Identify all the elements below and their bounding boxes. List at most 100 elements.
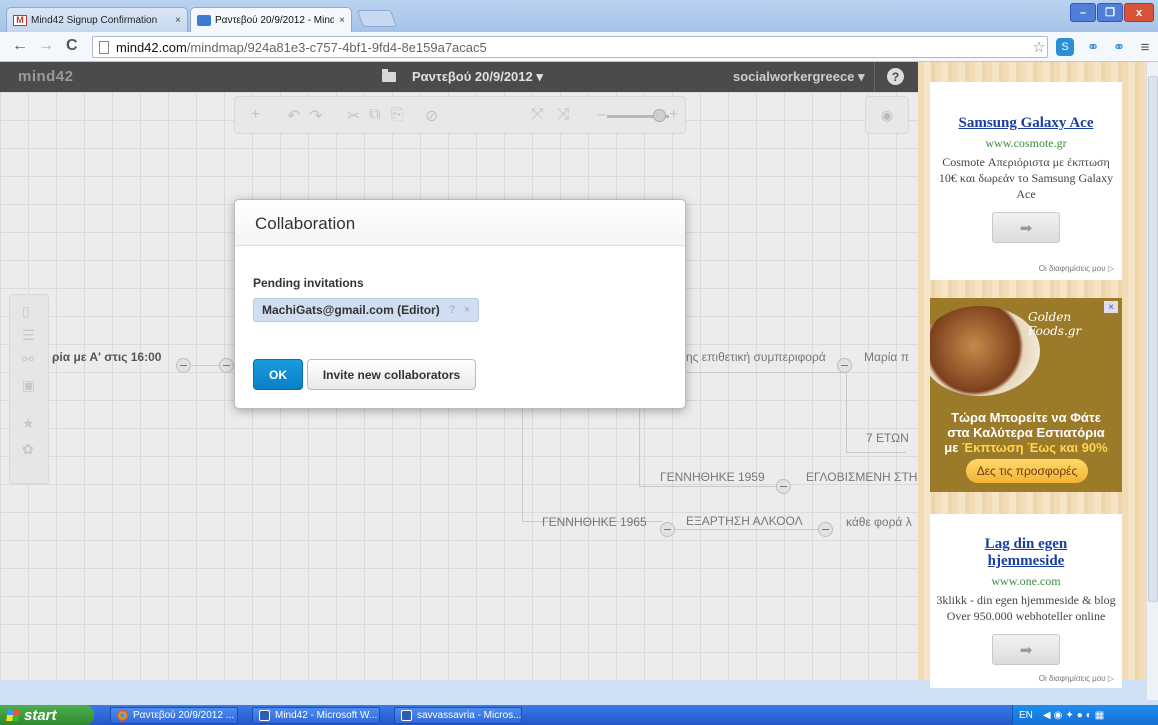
tab-close-icon[interactable]: ×: [339, 15, 345, 26]
ad-golden-foods[interactable]: Golden Foods.gr × Τώρα Μπορείτε να Φάτε …: [930, 298, 1122, 492]
ad-title[interactable]: Samsung Galaxy Ace: [930, 115, 1122, 132]
tab-close-icon[interactable]: ×: [175, 15, 181, 26]
ad-url[interactable]: www.one.com: [930, 574, 1122, 589]
undo-icon[interactable]: ↶: [287, 106, 300, 126]
ad-title[interactable]: Lag din egen hjemmeside: [930, 536, 1122, 570]
ad-arrow-button[interactable]: ➡: [992, 212, 1060, 243]
mindmap-node[interactable]: ΕΞΑΡΤΗΣΗ ΑΛΚΟΟΛ: [686, 514, 803, 528]
new-tab-button[interactable]: [356, 10, 398, 27]
page-icon[interactable]: ▯: [22, 303, 30, 320]
maximize-button[interactable]: ❐: [1097, 3, 1123, 22]
taskbar-item-chrome[interactable]: Ραντεβού 20/9/2012 ...: [110, 707, 238, 724]
left-tool-panel: ▯ ☰ ⚯ ▣ ★ ✿: [9, 294, 49, 484]
system-tray: EN ◀◉✦●◐▦: [1012, 705, 1158, 725]
ad-close-icon[interactable]: ×: [1104, 301, 1118, 313]
ad-logo: Golden Foods.gr: [1028, 310, 1082, 338]
cut-icon[interactable]: ✂: [347, 106, 360, 126]
invitation-chip: MachiGats@gmail.com (Editor) ? ×: [253, 298, 480, 322]
taskbar-item-word[interactable]: savvassavria - Micros...: [394, 707, 522, 724]
collapse-icon[interactable]: ⤧: [531, 106, 544, 124]
back-button[interactable]: ←: [12, 37, 28, 55]
mindmap-node[interactable]: 7 ΕΤΩΝ: [866, 431, 909, 445]
ad-preferences-link[interactable]: Οι διαφημίσεις μου ▷: [1039, 264, 1114, 273]
mindmap-node[interactable]: ρία με Α' στις 16:00: [52, 350, 161, 364]
ad-cta-button[interactable]: Δες τις προσφορές: [966, 459, 1088, 483]
zoom-out-icon[interactable]: –: [597, 106, 606, 124]
start-button[interactable]: start: [0, 705, 94, 725]
reload-button[interactable]: C: [66, 37, 78, 55]
ad-arrow-button[interactable]: ➡: [992, 634, 1060, 665]
mindmap-node[interactable]: ΓΕΝΝΗΘΗΚΕ 1959: [660, 470, 765, 484]
headline-highlight: Έκπτωση Έως και 90%: [962, 440, 1108, 455]
list-icon[interactable]: ☰: [22, 327, 35, 344]
taskbar-item-word[interactable]: Mind42 - Microsoft W...: [252, 707, 380, 724]
ad-text: 3klikk - din egen hjemmeside & blog Over…: [936, 593, 1116, 623]
ad-samsung[interactable]: Samsung Galaxy Ace www.cosmote.gr Cosmot…: [930, 82, 1122, 280]
remove-invite-icon[interactable]: ×: [464, 304, 470, 316]
headline-line: στα Καλύτερα Εστιατόρια: [947, 425, 1105, 440]
chrome-icon: [117, 710, 128, 721]
windows-logo-icon: [6, 709, 20, 721]
ok-button[interactable]: OK: [253, 359, 303, 390]
add-node-icon[interactable]: +: [251, 106, 260, 124]
tab-mind42[interactable]: Ραντεβού 20/9/2012 - Mind4 ×: [190, 7, 352, 32]
language-indicator[interactable]: EN: [1019, 710, 1033, 721]
start-label: start: [24, 706, 57, 724]
map-title-menu[interactable]: Ραντεβού 20/9/2012 ▾: [382, 69, 543, 85]
delete-icon[interactable]: ⊘: [425, 106, 438, 126]
extension-icon[interactable]: ⚭: [1110, 38, 1128, 56]
ad-one-com[interactable]: Lag din egen hjemmeside www.one.com 3kli…: [930, 514, 1122, 688]
copy-icon[interactable]: ⧉: [369, 106, 380, 124]
palette-icon[interactable]: ✿: [22, 441, 34, 458]
collapse-knob[interactable]: [660, 522, 675, 537]
forward-button[interactable]: →: [38, 37, 54, 55]
task-label: savvassavria - Micros...: [417, 710, 522, 721]
bookmark-star-icon[interactable]: ☆: [1030, 38, 1048, 56]
collapse-knob[interactable]: [776, 479, 791, 494]
invitee-email: MachiGats@gmail.com (Editor): [262, 303, 440, 317]
extension-icon[interactable]: ⚭: [1084, 38, 1102, 56]
address-bar[interactable]: mind42.com/mindmap/924a81e3-c757-4bf1-9f…: [92, 36, 1048, 58]
close-window-button[interactable]: x: [1124, 3, 1154, 22]
help-icon[interactable]: ?: [887, 68, 904, 85]
zoom-in-icon[interactable]: +: [669, 106, 678, 124]
mindmap-node[interactable]: ης επιθετική συμπεριφορά: [686, 350, 826, 364]
connector: [522, 409, 523, 521]
invite-collaborators-button[interactable]: Invite new collaborators: [307, 359, 476, 390]
mindmap-node[interactable]: ΓΕΝΝΗΘΗΚΕ 1965: [542, 515, 647, 529]
star-icon[interactable]: ★: [22, 415, 35, 432]
help-icon[interactable]: ?: [449, 304, 455, 316]
url-path: /mindmap/924a81e3-c757-4bf1-9fd4-8e159a7…: [186, 39, 487, 55]
page-scrollbar[interactable]: [1146, 62, 1158, 700]
collapse-knob[interactable]: [837, 358, 852, 373]
app-logo[interactable]: mind42: [18, 68, 74, 85]
user-menu[interactable]: socialworkergreece ▾: [733, 69, 865, 85]
ad-preferences-link[interactable]: Οι διαφημίσεις μου ▷: [1039, 674, 1114, 683]
scrollbar-thumb[interactable]: [1148, 76, 1158, 602]
ad-url[interactable]: www.cosmote.gr: [930, 136, 1122, 151]
collapse-knob[interactable]: [219, 358, 234, 373]
zoom-slider-handle[interactable]: [653, 109, 666, 122]
paste-icon[interactable]: ⎘: [391, 106, 404, 124]
extension-icon[interactable]: S: [1056, 38, 1074, 56]
word-icon: [401, 710, 412, 721]
task-label: Mind42 - Microsoft W...: [275, 710, 378, 721]
headline-line: με Έκπτωση Έως και 90%: [930, 440, 1122, 455]
mindmap-node[interactable]: ΕΓΛΟΒΙΣΜΕΝΗ ΣΤΗ: [806, 470, 917, 484]
mindmap-node[interactable]: Μαρία π: [864, 350, 909, 364]
collapse-knob[interactable]: [818, 522, 833, 537]
eye-icon[interactable]: ◉: [865, 96, 909, 134]
connector: [639, 486, 784, 487]
collapse-knob[interactable]: [176, 358, 191, 373]
map-title[interactable]: Ραντεβού 20/9/2012 ▾: [412, 69, 543, 85]
mindmap-node[interactable]: κάθε φορά λ: [846, 515, 912, 529]
tray-icons[interactable]: ◀◉✦●◐▦: [1043, 710, 1107, 721]
menu-icon[interactable]: ≡: [1136, 38, 1154, 56]
tab-gmail[interactable]: M Mind42 Signup Confirmation ×: [6, 7, 188, 32]
folder-icon[interactable]: [382, 69, 396, 82]
redo-icon[interactable]: ↷: [309, 106, 322, 126]
link-icon[interactable]: ⚯: [22, 351, 34, 368]
minimize-button[interactable]: –: [1070, 3, 1096, 22]
image-icon[interactable]: ▣: [22, 377, 35, 394]
expand-icon[interactable]: ⤨: [557, 106, 570, 124]
